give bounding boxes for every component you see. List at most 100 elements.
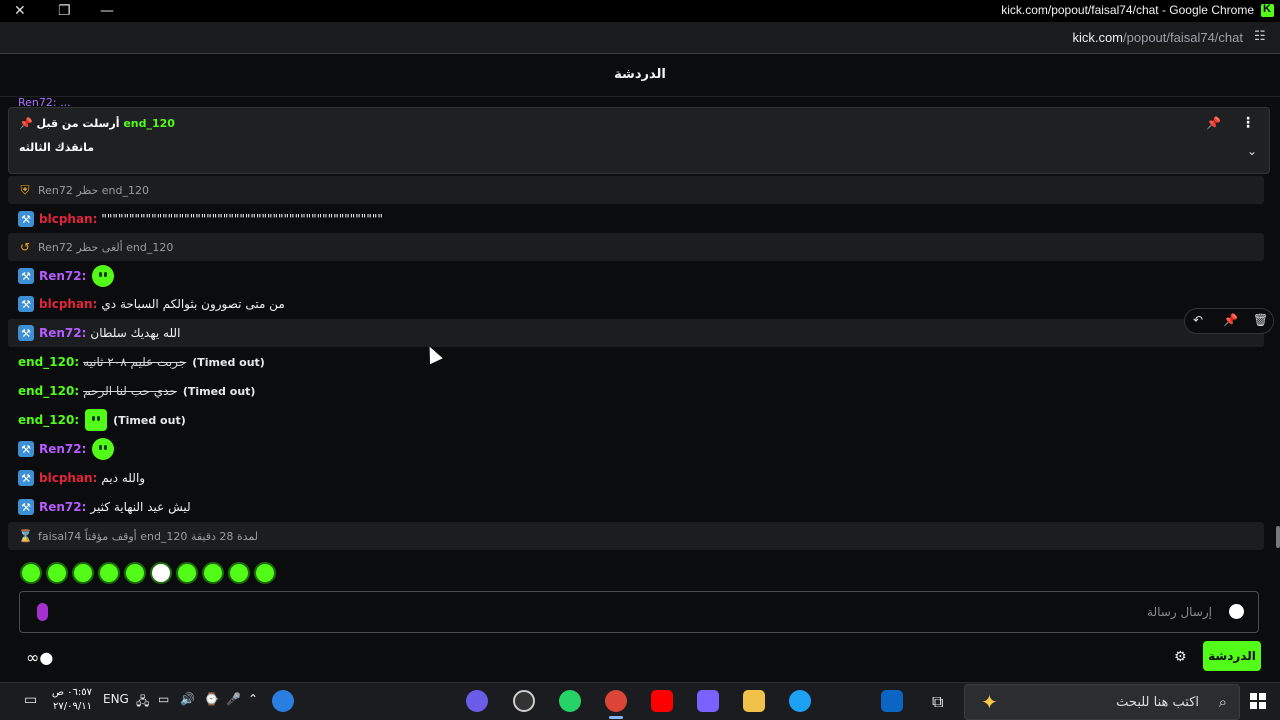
youtube-icon[interactable] — [651, 690, 673, 712]
url-host: kick.com — [1072, 30, 1124, 45]
task-view-icon[interactable]: ⧉ — [932, 692, 943, 712]
pinned-label: أرسلت من قبل — [36, 117, 120, 130]
taskbar: ▭ ٠٦:٥٧ ص ٢٧/٠٩/١١ ENG 🖧 ▭ 🔊 ⌚ 🎤 ⌃ ⧉ ✦ ا… — [0, 682, 1280, 720]
system-text: faisal74 أوقف مؤقتاً end_120 لمدة 28 دقي… — [38, 529, 259, 543]
emote-icon[interactable] — [98, 562, 120, 584]
outlook-icon[interactable] — [881, 690, 903, 712]
message-text: """"""""""""""""""""""""""""""""""""""""… — [101, 212, 383, 226]
username[interactable]: blcphan: — [39, 212, 97, 226]
url-path: /popout/faisal74/chat — [1123, 30, 1243, 45]
search-placeholder: اكتب هنا للبحث — [1116, 695, 1199, 710]
crown-emote-icon — [85, 409, 108, 431]
message-text: حدي حب لنا الرحم — [83, 384, 177, 398]
pinned-user[interactable]: end_120 — [123, 117, 175, 130]
sparkle-icon: ✦ — [981, 690, 998, 714]
mod-badge-icon: ⚒ — [18, 268, 34, 284]
mod-badge-icon: ⚒ — [18, 470, 34, 486]
unpin-icon[interactable]: 📌 — [1206, 116, 1221, 130]
emote-icon[interactable] — [202, 562, 224, 584]
message-text: ليش عيد النهاية كثير — [90, 500, 191, 514]
battery-icon[interactable]: ▭ — [158, 692, 169, 706]
emote-icon[interactable] — [176, 562, 198, 584]
windows-start-icon[interactable] — [1250, 693, 1266, 709]
notification-icon[interactable]: ▭ — [24, 692, 37, 708]
chrome-icon[interactable] — [605, 690, 627, 719]
emote-icon — [92, 438, 115, 460]
scrollbar[interactable] — [1276, 526, 1280, 548]
chat-footer: ∞● ⚙ الدردشة — [0, 640, 1280, 682]
emote-icon[interactable] — [124, 562, 146, 584]
meet-icon[interactable]: ⌚ — [204, 692, 219, 706]
chat-title: الدردشة — [614, 67, 666, 82]
microphone-icon[interactable] — [37, 603, 48, 621]
chevron-down-icon[interactable]: ⌄ — [1247, 144, 1257, 158]
emote-icon[interactable] — [20, 562, 42, 584]
url-text[interactable]: kick.com/popout/faisal74/chat — [1072, 30, 1243, 45]
pinned-header: 📌 أرسلت من قبل end_120 — [19, 117, 175, 130]
mod-badge-icon: ⚒ — [18, 441, 34, 457]
chat-message: end_120: جربت عليم ٢٠٨ ثانيه (Timed out) — [8, 348, 1264, 376]
window-titlebar: ✕ ❐ — kick.com/popout/faisal74/chat - Go… — [0, 0, 1280, 22]
emote-icon[interactable] — [228, 562, 250, 584]
undo-icon[interactable]: ↶ — [1193, 313, 1203, 327]
volume-icon[interactable]: 🔊 — [180, 692, 195, 706]
obs-icon[interactable] — [513, 690, 535, 712]
username[interactable]: blcphan: — [39, 471, 97, 485]
emote-icon[interactable] — [254, 562, 276, 584]
mod-badge-icon: ⚒ — [18, 499, 34, 515]
file-explorer-icon[interactable] — [743, 690, 765, 712]
network-icon[interactable]: 🖧 — [136, 692, 149, 713]
username[interactable]: end_120: — [18, 384, 79, 398]
emote-icon — [92, 265, 115, 287]
username[interactable]: Ren72: — [39, 442, 86, 456]
whatsapp-icon[interactable] — [559, 690, 581, 712]
system-row: ⛨ Ren72 حظر end_120 — [8, 176, 1264, 204]
username[interactable]: blcphan: — [39, 297, 97, 311]
mod-badge-icon: ⚒ — [18, 296, 34, 312]
clock[interactable]: ٠٦:٥٧ ص ٢٧/٠٩/١١ — [50, 686, 92, 714]
site-settings-icon[interactable]: ☷ — [1254, 29, 1270, 45]
gear-icon[interactable]: ⚙ — [1174, 649, 1187, 665]
help-icon[interactable] — [272, 690, 294, 712]
username[interactable]: end_120: — [18, 413, 79, 427]
restore-window-icon[interactable]: ❐ — [58, 2, 71, 20]
chevron-up-icon[interactable]: ⌃ — [248, 692, 258, 706]
chat-tools-icon[interactable]: ∞● — [26, 648, 53, 667]
emote-icon[interactable] — [46, 562, 68, 584]
mic-tray-icon[interactable]: 🎤 — [226, 692, 241, 706]
clipped-message: Ren72: ... — [18, 96, 71, 106]
undo-ban-icon: ↺ — [19, 240, 31, 254]
message-text: والله ديم — [101, 471, 146, 485]
close-window-icon[interactable]: ✕ — [14, 2, 26, 20]
pin-small-icon: 📌 — [19, 117, 33, 130]
mod-badge-icon: ⚒ — [18, 325, 34, 341]
chat-message: ⚒ blcphan: من متى تصورون بثوالكم السباحة د… — [8, 290, 1264, 318]
emoji-picker-icon[interactable] — [1229, 604, 1244, 619]
username[interactable]: Ren72: — [39, 326, 86, 340]
language-indicator[interactable]: ENG — [103, 692, 129, 706]
minimize-window-icon[interactable]: — — [100, 2, 114, 20]
shield-icon: ⛨ — [20, 183, 30, 197]
emote-icon[interactable] — [72, 562, 94, 584]
system-text: Ren72 حظر end_120 — [38, 183, 150, 197]
discord-icon[interactable] — [466, 690, 488, 712]
username[interactable]: end_120: — [18, 355, 79, 369]
pin-message-icon[interactable]: 📌 — [1223, 313, 1238, 327]
system-row: ↺ Ren72 ألغى حظر end_120 — [8, 233, 1264, 261]
taskbar-search[interactable]: ✦ اكتب هنا للبحث ⌕ — [964, 684, 1240, 720]
send-chat-button[interactable]: الدردشة — [1203, 641, 1261, 671]
chat-input[interactable]: إرسال رسالة — [19, 591, 1259, 633]
kick-logo-icon — [1261, 3, 1274, 17]
address-bar: kick.com/popout/faisal74/chat ☷ — [0, 22, 1280, 54]
pinned-message[interactable]: 📌 أرسلت من قبل end_120 مانقذك الثالثه 📌 … — [8, 107, 1270, 174]
username[interactable]: Ren72: — [39, 500, 86, 514]
delete-icon[interactable]: 🗑 — [1253, 313, 1268, 327]
edge-icon[interactable] — [789, 690, 811, 712]
office-icon[interactable] — [697, 690, 719, 712]
hourglass-icon: ⌛ — [18, 529, 33, 543]
more-menu-icon[interactable]: ⋮ — [1241, 115, 1255, 131]
username[interactable]: Ren72: — [39, 269, 86, 283]
chat-header: الدردشة — [0, 55, 1280, 97]
chat-message: end_120: (Timed out) — [8, 406, 1264, 434]
emote-icon[interactable] — [150, 562, 172, 584]
